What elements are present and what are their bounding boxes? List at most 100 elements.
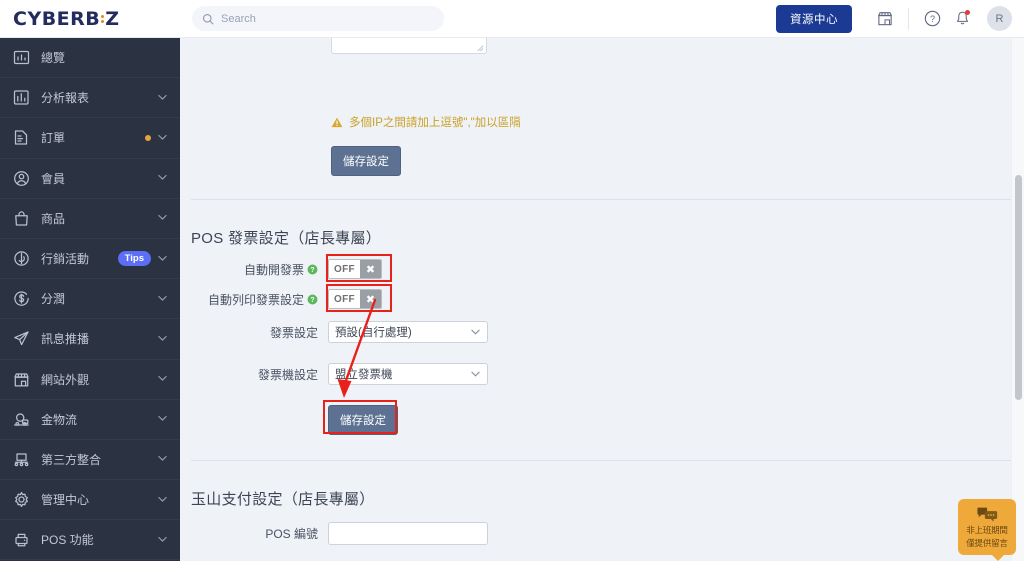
avatar-initial: R xyxy=(995,12,1004,25)
storefront-icon xyxy=(13,371,30,388)
sidebar-item-3[interactable]: 訂單 xyxy=(0,118,180,159)
auto-print-toggle[interactable]: OFF ✖ xyxy=(328,289,382,309)
pos-number-input[interactable] xyxy=(328,522,488,545)
sidebar-item-right xyxy=(158,292,167,306)
ip-whitelist-textarea[interactable] xyxy=(331,38,487,54)
body-row: 總覽分析報表 訂單會員商品行銷活動 Tips 分潤訊息推播網站外觀金物流第三方整合管理… xyxy=(0,38,1024,561)
section-divider-1 xyxy=(191,199,1013,200)
sidebar-status-dot xyxy=(145,134,151,141)
chevron-down-icon xyxy=(158,533,167,547)
sidebar-item-5[interactable]: 商品 xyxy=(0,199,180,239)
sidebar-item-13[interactable]: POS 功能 xyxy=(0,520,180,561)
sidebar-item-12[interactable]: 管理中心 xyxy=(0,480,180,521)
auto-invoice-toggle[interactable]: OFF ✖ xyxy=(328,259,382,279)
label-invoice-machine: 發票機設定 xyxy=(191,366,328,383)
sidebar-item-8[interactable]: 訊息推播 xyxy=(0,319,180,360)
gear-icon xyxy=(13,491,30,508)
pos-invoice-save-settings-button[interactable]: 儲存設定 xyxy=(328,405,398,435)
vertical-scrollbar[interactable] xyxy=(1011,38,1024,561)
sidebar-item-right: Tips xyxy=(117,251,167,267)
brand-logo-main: CYBERB xyxy=(13,7,101,30)
sidebar-item-label: 訊息推播 xyxy=(41,332,90,347)
chat-support-widget[interactable]: 非上班期間 僅提供留言 xyxy=(958,499,1016,561)
search-input[interactable] xyxy=(221,12,434,25)
paper-plane-icon xyxy=(13,330,30,347)
sidebar-item-label: 金物流 xyxy=(41,412,78,427)
chevron-down-icon xyxy=(158,211,167,225)
main-content: 多個IP之間請加上逗號","加以區隔 儲存設定 POS 發票設定（店長專屬） 自… xyxy=(180,38,1024,561)
pos-printer-icon xyxy=(13,531,30,548)
sidebar-item-11[interactable]: 第三方整合 xyxy=(0,440,180,481)
svg-text:?: ? xyxy=(929,14,934,24)
chat-widget-tail-icon xyxy=(991,554,1005,561)
invoice-setting-select[interactable]: 預設(自行處理) xyxy=(328,321,488,343)
sidebar-item-right xyxy=(158,533,167,547)
search-box[interactable] xyxy=(192,6,444,31)
chevron-down-icon xyxy=(471,371,480,377)
row-pos-number: POS 編號 xyxy=(191,522,488,545)
sidebar-item-6[interactable]: 行銷活動 Tips xyxy=(0,239,180,280)
row-invoice-machine: 發票機設定 盟立發票機 xyxy=(191,363,488,385)
auto-invoice-toggle-state: OFF xyxy=(329,260,360,278)
dollar-circle-icon xyxy=(13,290,30,307)
sidebar-nav: 總覽分析報表 訂單會員商品行銷活動 Tips 分潤訊息推播網站外觀金物流第三方整合管理… xyxy=(0,38,180,561)
chat-widget-line1: 非上班期間 xyxy=(966,525,1008,536)
label-invoice-setting-text: 發票設定 xyxy=(269,325,318,340)
help-circle-icon[interactable]: ? xyxy=(307,264,318,275)
warning-triangle-icon xyxy=(331,117,343,127)
brand-logo-dots-icon xyxy=(101,14,105,23)
sidebar-item-right xyxy=(158,91,167,105)
help-icon-button[interactable]: ? xyxy=(917,4,947,34)
sidebar-item-9[interactable]: 網站外觀 xyxy=(0,360,180,400)
search-container xyxy=(192,6,444,31)
row-invoice-setting: 發票設定 預設(自行處理) xyxy=(191,321,488,343)
sidebar-item-right xyxy=(158,372,167,386)
sidebar-item-4[interactable]: 會員 xyxy=(0,159,180,199)
sidebar-item-label: 會員 xyxy=(41,171,66,186)
section-divider-2 xyxy=(191,460,1013,461)
search-icon xyxy=(202,13,214,24)
resource-center-button[interactable]: 資源中心 xyxy=(776,4,852,33)
sidebar-item-label: 第三方整合 xyxy=(41,452,102,467)
sidebar-item-label: 網站外觀 xyxy=(41,372,90,387)
store-icon-button[interactable] xyxy=(870,4,900,34)
label-auto-invoice-text: 自動開發票 xyxy=(243,262,304,277)
sidebar-item-label: 商品 xyxy=(41,211,66,226)
chevron-down-icon xyxy=(471,329,480,335)
sidebar-item-10[interactable]: 金物流 xyxy=(0,400,180,440)
invoice-machine-select[interactable]: 盟立發票機 xyxy=(328,363,488,385)
notifications-bell-button[interactable] xyxy=(947,4,977,34)
ip-save-settings-button[interactable]: 儲存設定 xyxy=(331,146,401,176)
app-root: CYBERB Z 資源中心 xyxy=(0,0,1024,561)
ip-warning-message: 多個IP之間請加上逗號","加以區隔 xyxy=(331,114,521,130)
sidebar-item-2[interactable]: 分析報表 xyxy=(0,78,180,119)
sidebar-item-right xyxy=(158,412,167,426)
sidebar-item-label: 總覽 xyxy=(41,51,66,66)
chevron-down-icon xyxy=(158,452,167,466)
scrollbar-thumb[interactable] xyxy=(1015,175,1022,400)
help-icon: ? xyxy=(924,10,940,27)
header-actions: 資源中心 ? R xyxy=(776,0,1024,37)
chevron-down-icon xyxy=(158,292,167,306)
label-pos-number: POS 編號 xyxy=(191,525,328,542)
sidebar-item-label: 行銷活動 xyxy=(41,252,90,267)
sidebar-item-1[interactable]: 總覽 xyxy=(0,38,180,79)
avatar[interactable]: R xyxy=(987,6,1012,31)
label-pos-number-text: POS 編號 xyxy=(265,527,318,541)
sidebar-item-label: 管理中心 xyxy=(41,493,90,508)
invoice-setting-select-value: 預設(自行處理) xyxy=(335,327,412,339)
sidebar-item-7[interactable]: 分潤 xyxy=(0,279,180,320)
invoice-machine-select-value: 盟立發票機 xyxy=(335,369,393,381)
sidebar-item-right xyxy=(158,332,167,346)
chevron-down-icon xyxy=(158,372,167,386)
chevron-down-icon xyxy=(158,493,167,507)
header-divider xyxy=(908,7,909,30)
main-inner: 多個IP之間請加上逗號","加以區隔 儲存設定 POS 發票設定（店長專屬） 自… xyxy=(180,38,1024,561)
sidebar-item-right xyxy=(158,171,167,185)
sidebar-item-right xyxy=(145,131,167,145)
label-auto-print: 自動列印發票設定 ? xyxy=(191,291,328,308)
sidebar-item-right xyxy=(158,493,167,507)
svg-text:?: ? xyxy=(310,297,314,304)
help-circle-icon[interactable]: ? xyxy=(307,294,318,305)
brand-logo[interactable]: CYBERB Z xyxy=(0,0,180,37)
